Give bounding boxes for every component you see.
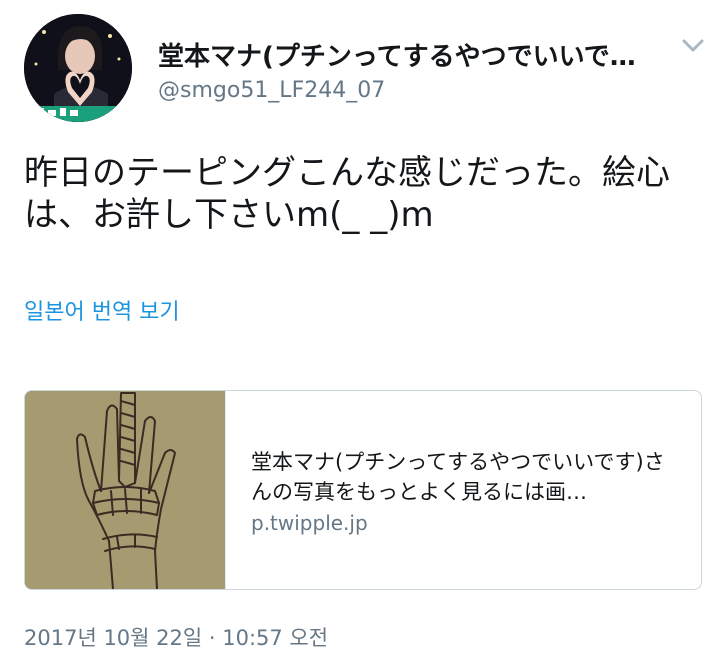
- chevron-down-icon[interactable]: [680, 36, 706, 56]
- taped-hand-drawing-icon: [25, 391, 225, 589]
- card-title: 堂本マナ(プチンってするやつでいいです)さんの写真をもっとよく見るには画…: [251, 450, 665, 504]
- author-display-name[interactable]: 堂本マナ(プチンってするやつでいいで…: [158, 36, 670, 73]
- card-thumbnail: [25, 391, 226, 589]
- card-domain: p.twipple.jp: [251, 511, 368, 535]
- translate-tweet-link[interactable]: 일본어 번역 보기: [24, 294, 180, 326]
- tweet-text: 昨日のテーピングこんな感じだった。絵心は、お許し下さいm(_ _)m: [24, 153, 670, 235]
- tweet-timestamp[interactable]: 2017년 10월 22일 · 10:57 오전: [24, 622, 328, 652]
- author-avatar[interactable]: [24, 14, 132, 122]
- avatar-photo: [24, 14, 132, 122]
- author-handle[interactable]: @smgo51_LF244_07: [158, 78, 385, 103]
- link-card[interactable]: 堂本マナ(プチンってするやつでいいです)さんの写真をもっとよく見るには画… p.…: [24, 390, 702, 590]
